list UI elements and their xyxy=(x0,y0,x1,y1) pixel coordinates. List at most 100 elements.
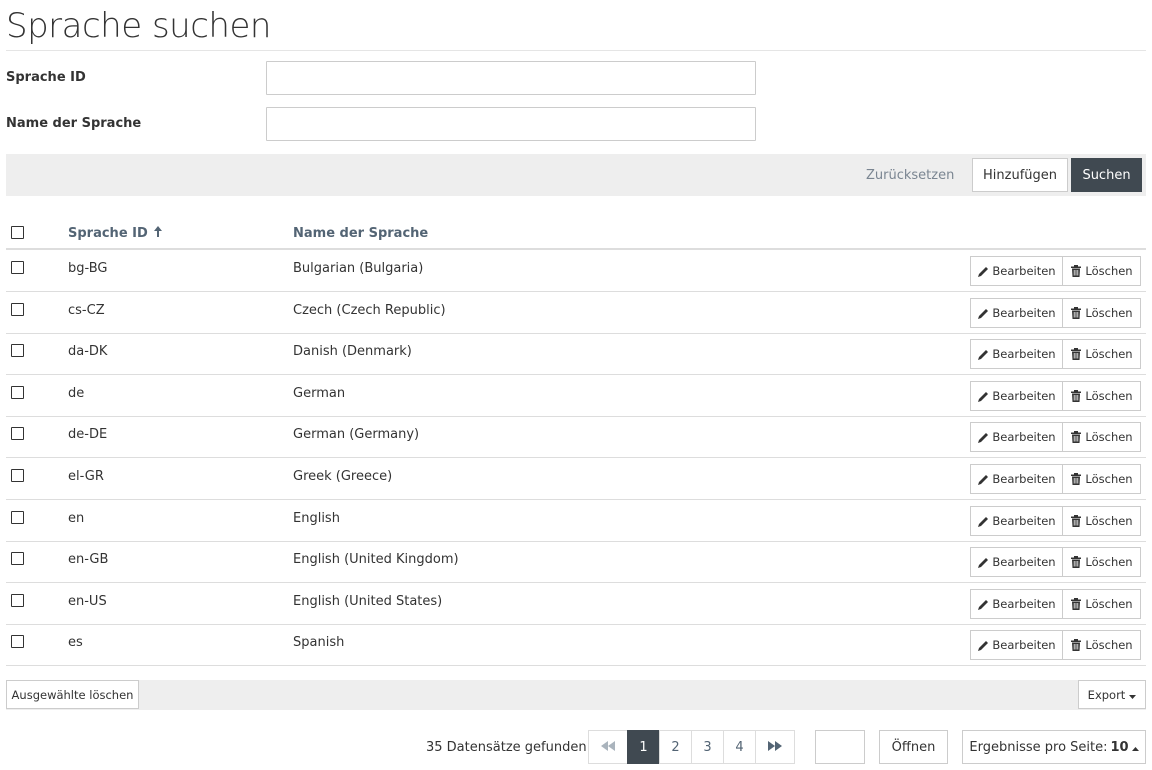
delete-button[interactable]: Löschen xyxy=(1062,589,1141,619)
delete-selected-button[interactable]: Ausgewählte löschen xyxy=(6,680,139,709)
last-page-button[interactable] xyxy=(755,730,795,764)
delete-label: Löschen xyxy=(1085,638,1133,652)
export-label: Export xyxy=(1087,687,1126,702)
edit-label: Bearbeiten xyxy=(992,389,1056,403)
row-checkbox[interactable] xyxy=(11,469,24,482)
edit-button[interactable]: Bearbeiten xyxy=(970,506,1063,536)
row-id: en-US xyxy=(68,594,107,609)
trash-icon xyxy=(1070,473,1082,485)
row-checkbox[interactable] xyxy=(11,344,24,357)
sprache-name-input[interactable] xyxy=(266,107,756,141)
row-checkbox[interactable] xyxy=(11,594,24,607)
page-list: 1234 xyxy=(627,730,756,764)
row-checkbox[interactable] xyxy=(11,303,24,316)
delete-button[interactable]: Löschen xyxy=(1062,339,1141,369)
row-id: bg-BG xyxy=(68,261,108,276)
page-3-button[interactable]: 3 xyxy=(691,730,724,764)
edit-label: Bearbeiten xyxy=(992,347,1056,361)
row-name: Greek (Greece) xyxy=(293,469,393,484)
pencil-icon xyxy=(977,390,989,402)
pencil-icon xyxy=(977,515,989,527)
select-all-checkbox[interactable] xyxy=(11,226,24,239)
row-name: German xyxy=(293,386,346,401)
delete-button[interactable]: Löschen xyxy=(1062,256,1141,286)
table-footer-bar xyxy=(6,680,1146,710)
edit-label: Bearbeiten xyxy=(992,638,1056,652)
delete-button[interactable]: Löschen xyxy=(1062,630,1141,660)
edit-button[interactable]: Bearbeiten xyxy=(970,422,1063,452)
delete-button[interactable]: Löschen xyxy=(1062,547,1141,577)
row-checkbox[interactable] xyxy=(11,511,24,524)
pencil-icon xyxy=(977,431,989,443)
add-button[interactable]: Hinzufügen xyxy=(972,158,1068,192)
row-name: Spanish xyxy=(293,635,345,650)
edit-button[interactable]: Bearbeiten xyxy=(970,298,1063,328)
row-id: es xyxy=(68,635,83,650)
pagination: 1234 xyxy=(588,730,795,764)
delete-button[interactable]: Löschen xyxy=(1062,298,1141,328)
page-4-button[interactable]: 4 xyxy=(723,730,756,764)
delete-label: Löschen xyxy=(1085,264,1133,278)
edit-button[interactable]: Bearbeiten xyxy=(970,381,1063,411)
edit-button[interactable]: Bearbeiten xyxy=(970,256,1063,286)
table-row: de-DE German (Germany) Bearbeiten Löschen xyxy=(6,416,1146,458)
table-row: en-US English (United States) Bearbeiten Lö… xyxy=(6,583,1146,625)
column-header-name[interactable]: Name der Sprache xyxy=(293,226,428,241)
goto-page-input[interactable] xyxy=(815,730,865,764)
delete-button[interactable]: Löschen xyxy=(1062,381,1141,411)
trash-icon xyxy=(1070,556,1082,568)
row-id: da-DK xyxy=(68,344,108,359)
row-name: English (United States) xyxy=(293,594,443,609)
open-page-button[interactable]: Öffnen xyxy=(879,730,948,764)
trash-icon xyxy=(1070,265,1082,277)
table-row: cs-CZ Czech (Czech Republic) Bearbeiten Lös… xyxy=(6,292,1146,334)
row-checkbox[interactable] xyxy=(11,386,24,399)
edit-button[interactable]: Bearbeiten xyxy=(970,339,1063,369)
row-checkbox[interactable] xyxy=(11,552,24,565)
edit-label: Bearbeiten xyxy=(992,472,1056,486)
delete-label: Löschen xyxy=(1085,514,1133,528)
row-name: English (United Kingdom) xyxy=(293,552,459,567)
edit-label: Bearbeiten xyxy=(992,597,1056,611)
reset-button[interactable]: Zurücksetzen xyxy=(866,157,954,193)
trash-icon xyxy=(1070,515,1082,527)
first-page-button[interactable] xyxy=(588,730,628,764)
sprache-id-input[interactable] xyxy=(266,61,756,95)
row-checkbox[interactable] xyxy=(11,427,24,440)
trash-icon xyxy=(1070,639,1082,651)
row-checkbox[interactable] xyxy=(11,635,24,648)
page-1-button[interactable]: 1 xyxy=(627,730,660,764)
export-button[interactable]: Export xyxy=(1078,680,1146,709)
delete-label: Löschen xyxy=(1085,389,1133,403)
row-id: en-GB xyxy=(68,552,109,567)
results-per-page-dropdown[interactable]: Ergebnisse pro Seite: 10 xyxy=(962,730,1146,764)
row-name: Danish (Denmark) xyxy=(293,344,412,359)
pencil-icon xyxy=(977,265,989,277)
edit-button[interactable]: Bearbeiten xyxy=(970,630,1063,660)
edit-button[interactable]: Bearbeiten xyxy=(970,547,1063,577)
column-header-id-label: Sprache ID xyxy=(68,226,148,241)
column-header-id[interactable]: Sprache ID xyxy=(68,226,163,241)
page-2-button[interactable]: 2 xyxy=(659,730,692,764)
edit-label: Bearbeiten xyxy=(992,514,1056,528)
edit-button[interactable]: Bearbeiten xyxy=(970,589,1063,619)
delete-button[interactable]: Löschen xyxy=(1062,506,1141,536)
pencil-icon xyxy=(977,556,989,568)
table-row: el-GR Greek (Greece) Bearbeiten Löschen xyxy=(6,458,1146,500)
search-button[interactable]: Suchen xyxy=(1071,158,1142,192)
sprache-id-label: Sprache ID xyxy=(6,70,86,85)
pencil-icon xyxy=(977,307,989,319)
delete-button[interactable]: Löschen xyxy=(1062,464,1141,494)
row-checkbox[interactable] xyxy=(11,261,24,274)
table-header: Sprache ID Name der Sprache xyxy=(6,218,1146,250)
delete-button[interactable]: Löschen xyxy=(1062,422,1141,452)
edit-label: Bearbeiten xyxy=(992,430,1056,444)
sprache-name-label: Name der Sprache xyxy=(6,116,142,131)
pencil-icon xyxy=(977,639,989,651)
caret-down-icon xyxy=(1129,688,1137,702)
trash-icon xyxy=(1070,390,1082,402)
row-name: Czech (Czech Republic) xyxy=(293,303,446,318)
delete-label: Löschen xyxy=(1085,347,1133,361)
row-id: cs-CZ xyxy=(68,303,105,318)
edit-button[interactable]: Bearbeiten xyxy=(970,464,1063,494)
